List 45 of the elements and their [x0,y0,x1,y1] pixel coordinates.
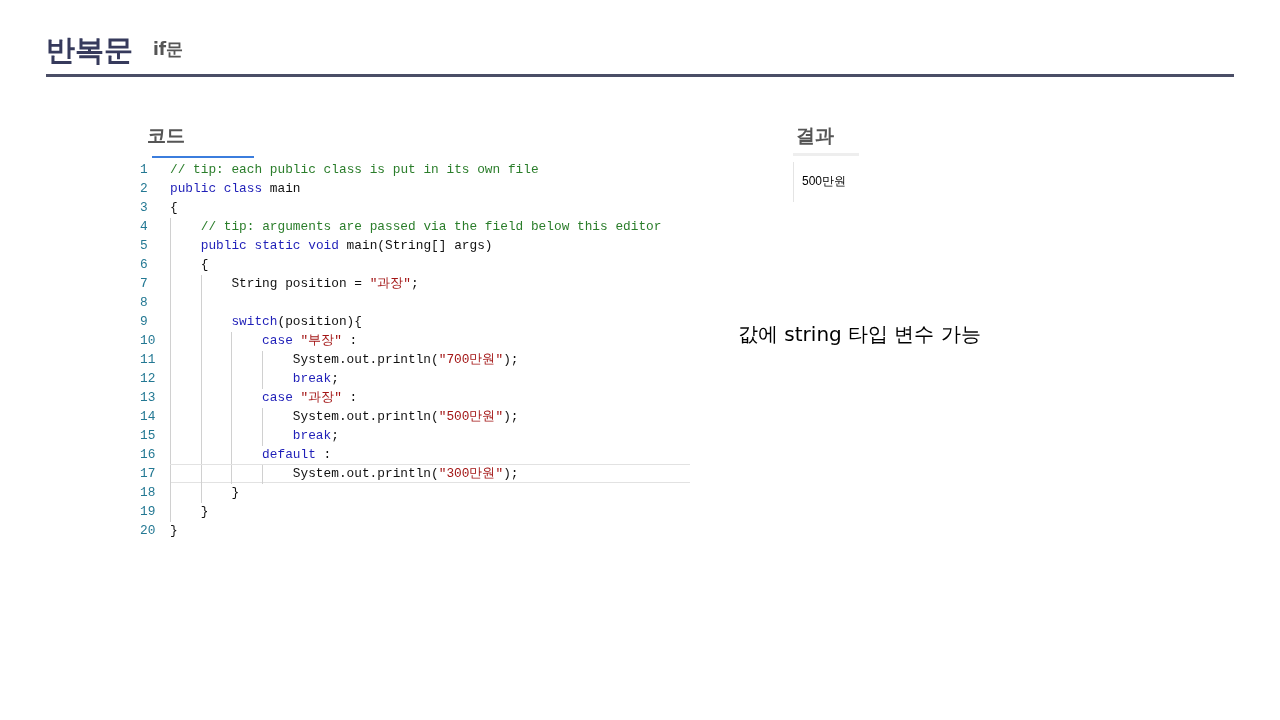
code-line: case "과장" : [262,388,358,406]
output-text: 500만원 [802,173,847,188]
line-number: 20 [140,521,157,540]
code-line: break; [292,426,339,444]
code-line: // tip: each public class is put in its own file [170,160,539,178]
code-line: } [170,521,178,539]
line-number: 15 [140,426,157,445]
line-number: 2 [140,179,149,198]
line-number: 1 [140,160,149,179]
code-line: public static void main(String[] args) [200,236,493,254]
line-number: 5 [140,236,149,255]
code-line: break; [292,369,339,387]
code-line: default : [262,445,332,463]
line-number: 14 [140,407,157,426]
code-line: case "부장" : [262,331,358,349]
line-number: 13 [140,388,157,407]
slide-title: 반복문 [46,32,133,68]
line-number: 10 [140,331,157,350]
line-number: 12 [140,369,157,388]
line-number: 19 [140,502,157,521]
line-number: 16 [140,445,157,464]
line-number: 11 [140,350,157,369]
line-number: 17 [140,464,157,483]
code-title: 코드 [147,124,185,146]
slide-subtitle: if문 [153,37,184,61]
line-number: 18 [140,483,157,502]
code-line: } [231,483,240,501]
code-line: String position = "과장"; [231,274,419,292]
line-number: 7 [140,274,149,293]
code-line: { [170,198,178,216]
code-line: System.out.println("700만원"); [292,350,519,368]
note-text: 값에 string 타입 변수 가능 [738,321,981,346]
line-number: 8 [140,293,149,312]
result-title: 결과 [795,124,834,146]
line-number: 9 [140,312,149,331]
code-line: // tip: arguments are passed via the field below this editor [200,217,662,235]
code-line: { [200,255,209,273]
code-line: switch(position){ [231,312,362,330]
code-line: public class main [170,179,301,197]
code-line: } [200,502,209,520]
line-number: 3 [140,198,149,217]
code-line: System.out.println("500만원"); [292,407,519,425]
line-number: 6 [140,255,149,274]
line-number: 4 [140,217,149,236]
code-line: System.out.println("300만원"); [292,464,519,482]
